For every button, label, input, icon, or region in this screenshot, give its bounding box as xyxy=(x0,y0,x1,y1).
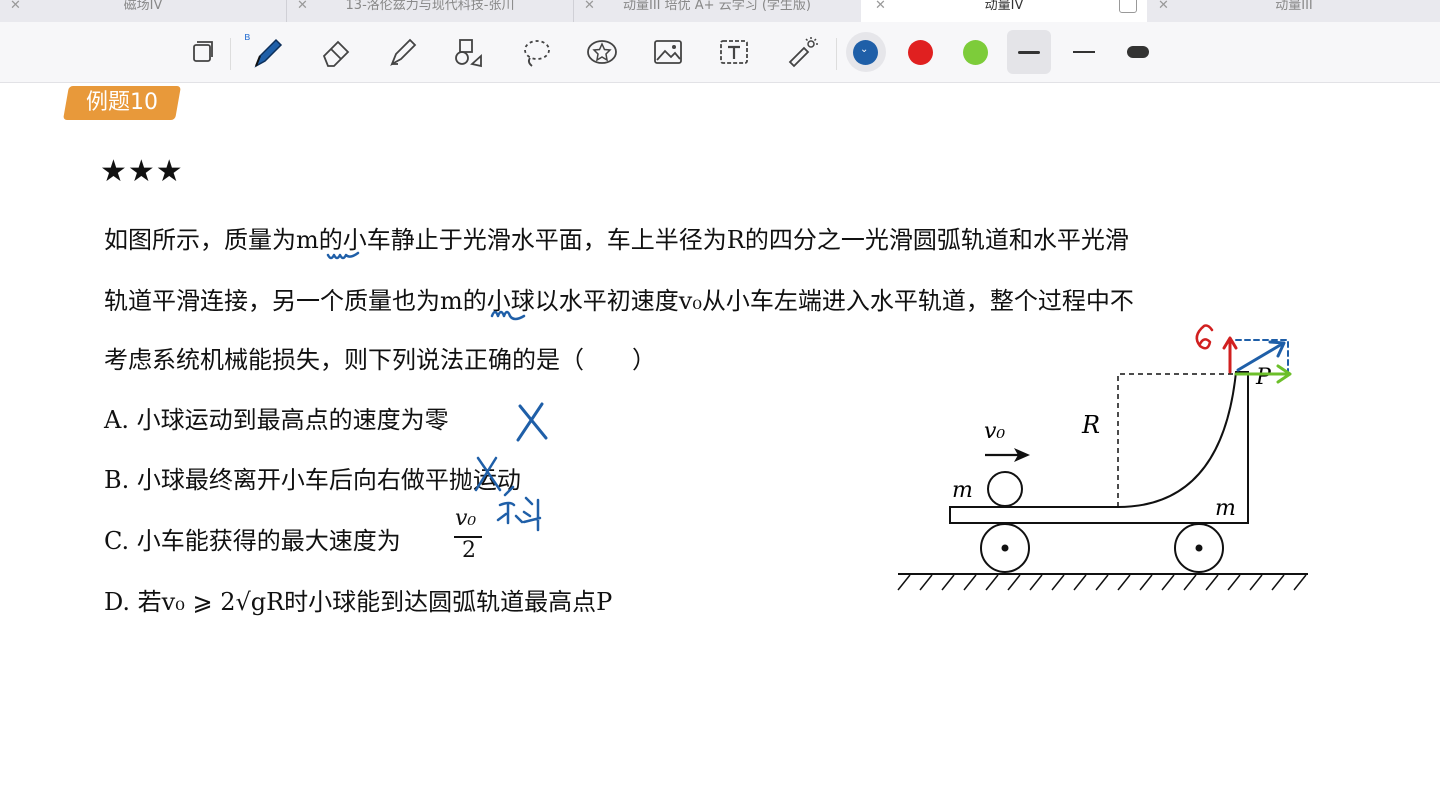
label-m-cart: m xyxy=(1215,496,1236,521)
ball xyxy=(987,471,1023,507)
strike-option-b xyxy=(474,456,502,492)
label-m-ball: m xyxy=(952,478,973,503)
red-velocity-sketch xyxy=(1195,324,1214,350)
underline-m-1 xyxy=(326,251,360,260)
physics-figure: v₀ R m m P xyxy=(326,251,1308,591)
label-v0: v₀ xyxy=(984,419,1005,444)
red-vertical-arrow xyxy=(1222,336,1238,374)
underline-m-2 xyxy=(490,310,526,321)
ground-hatching xyxy=(897,574,1307,591)
handwritten-annotations xyxy=(326,251,1292,532)
label-P: P xyxy=(1255,365,1272,390)
label-R: R xyxy=(1081,411,1100,439)
cross-mark-option-a xyxy=(516,402,548,442)
handwritten-oblique xyxy=(496,485,542,532)
